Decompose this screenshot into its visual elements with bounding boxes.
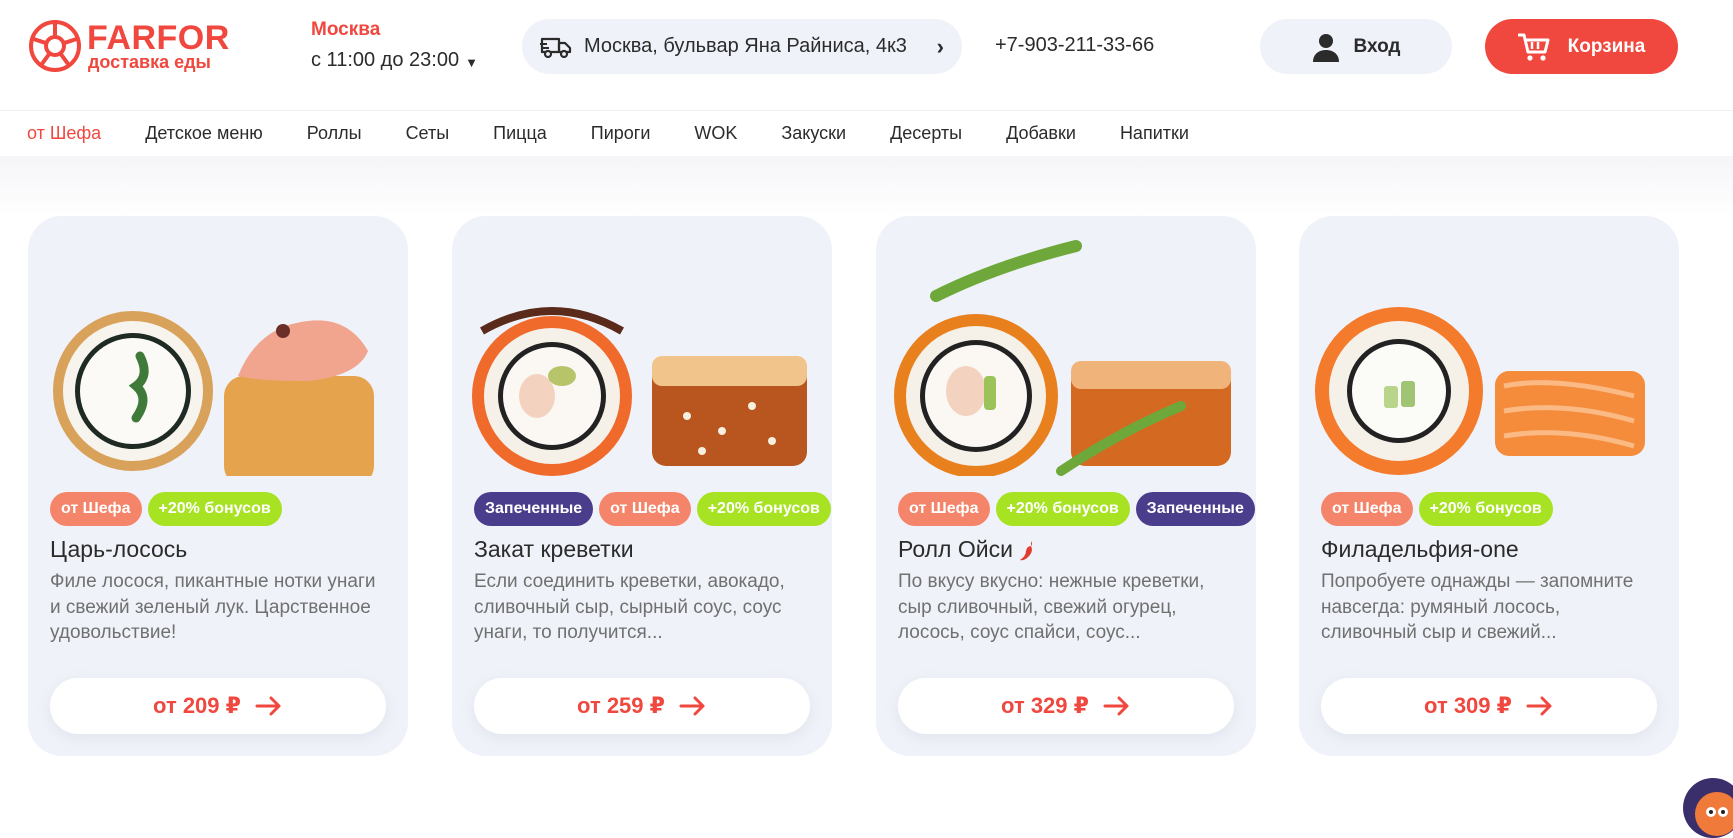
- nav-item-additions[interactable]: Добавки: [1006, 123, 1076, 144]
- product-image: [894, 240, 1231, 476]
- tag-bonus: +20% бонусов: [995, 492, 1130, 526]
- tag-bonus: +20% бонусов: [147, 492, 282, 526]
- category-nav: от Шефа Детское меню Роллы Сеты Пицца Пи…: [0, 110, 1733, 156]
- product-title-text: Закат креветки: [474, 536, 634, 562]
- phone-number[interactable]: +7-903-211-33-66: [995, 34, 1154, 57]
- tag-baked: Запеченные: [474, 492, 594, 526]
- product-tags: от Шефа +20% бонусов: [50, 492, 282, 526]
- product-title[interactable]: Филадельфия-one: [1321, 536, 1519, 563]
- tag-bonus: +20% бонусов: [1418, 492, 1553, 526]
- logo-name: FARFOR: [87, 19, 230, 57]
- product-tags: Запеченные от Шефа +20% бонусов: [474, 492, 831, 526]
- price-button[interactable]: от 209 ₽: [50, 678, 386, 734]
- arrow-right-icon: [679, 696, 705, 716]
- product-card[interactable]: от Шефа +20% бонусов Запеченные Ролл Ойс…: [876, 216, 1256, 756]
- nav-item-rolls[interactable]: Роллы: [307, 123, 362, 144]
- chevron-right-icon: ›: [936, 33, 944, 59]
- product-tags: от Шефа +20% бонусов: [1321, 492, 1553, 526]
- chili-pepper-icon: [1019, 540, 1032, 560]
- price-button[interactable]: от 329 ₽: [898, 678, 1234, 734]
- product-description: По вкусу вкусно: нежные креветки, сыр сл…: [898, 571, 1205, 643]
- logo-mark-icon: [29, 20, 81, 72]
- city-label[interactable]: Москва: [311, 19, 380, 41]
- arrow-right-icon: [1103, 696, 1129, 716]
- product-card[interactable]: от Шефа +20% бонусов Царь-лосось Филе ло…: [28, 216, 408, 756]
- nav-item-snacks[interactable]: Закуски: [781, 123, 846, 144]
- product-image: [53, 311, 374, 476]
- nav-item-kids-menu[interactable]: Детское меню: [145, 123, 263, 144]
- product-image: [472, 307, 807, 476]
- user-icon: [1312, 33, 1339, 62]
- cart-icon: [1517, 33, 1550, 61]
- nav-item-pies[interactable]: Пироги: [591, 123, 651, 144]
- tag-chef: от Шефа: [50, 492, 142, 526]
- product-title[interactable]: Закат креветки: [474, 536, 634, 563]
- product-card[interactable]: от Шефа +20% бонусов Филадельфия-one Поп…: [1299, 216, 1679, 756]
- nav-item-desserts[interactable]: Десерты: [890, 123, 962, 144]
- product-card[interactable]: Запеченные от Шефа +20% бонусов Закат кр…: [452, 216, 832, 756]
- tag-chef: от Шефа: [599, 492, 691, 526]
- price-text: от 309 ₽: [1424, 693, 1512, 718]
- section-background: [0, 156, 1733, 216]
- login-button[interactable]: Вход: [1260, 19, 1452, 74]
- truck-icon: [540, 37, 572, 58]
- price-text: от 329 ₽: [1001, 693, 1089, 718]
- delivery-address-button[interactable]: Москва, бульвар Яна Райниса, 4к3 ›: [522, 19, 962, 74]
- arrow-right-icon: [255, 696, 281, 716]
- product-title[interactable]: Ролл Ойси: [898, 536, 1037, 563]
- nav-item-chef[interactable]: от Шефа: [27, 123, 101, 144]
- product-title-text: Царь-лосось: [50, 536, 188, 562]
- cart-button[interactable]: Корзина: [1485, 19, 1678, 74]
- cart-label: Корзина: [1567, 35, 1646, 57]
- product-title-text: Филадельфия-one: [1321, 536, 1519, 562]
- working-hours-text: с 11:00 до 23:00: [311, 49, 460, 71]
- nav-item-wok[interactable]: WOK: [694, 123, 737, 144]
- price-text: от 209 ₽: [153, 693, 241, 718]
- product-tags: от Шефа +20% бонусов Запеченные: [898, 492, 1255, 526]
- nav-item-sets[interactable]: Сеты: [406, 123, 450, 144]
- login-label: Вход: [1353, 35, 1401, 57]
- tag-chef: от Шефа: [1321, 492, 1413, 526]
- product-image: [1315, 307, 1645, 475]
- logo-subtitle: доставка еды: [88, 52, 211, 72]
- mascot-icon: [1695, 792, 1733, 836]
- logo[interactable]: FARFOR доставка еды: [27, 18, 230, 74]
- tag-baked: Запеченные: [1135, 492, 1255, 526]
- chat-assistant-avatar[interactable]: [1683, 778, 1733, 838]
- working-hours[interactable]: с 11:00 до 23:00 ▼: [311, 49, 478, 72]
- product-description: Если соединить креветки, авокадо, сливоч…: [474, 571, 785, 643]
- price-button[interactable]: от 259 ₽: [474, 678, 810, 734]
- tag-chef: от Шефа: [898, 492, 990, 526]
- nav-item-pizza[interactable]: Пицца: [493, 123, 547, 144]
- product-title-text: Ролл Ойси: [898, 536, 1013, 562]
- chevron-down-icon: ▼: [465, 54, 478, 70]
- product-description: Попробуете однажды — запомните навсегда:…: [1321, 571, 1634, 643]
- delivery-address-text: Москва, бульвар Яна Райниса, 4к3: [584, 35, 907, 57]
- price-button[interactable]: от 309 ₽: [1321, 678, 1657, 734]
- nav-item-drinks[interactable]: Напитки: [1120, 123, 1189, 144]
- price-text: от 259 ₽: [577, 693, 665, 718]
- arrow-right-icon: [1526, 696, 1552, 716]
- site-header: FARFOR доставка еды Москва с 11:00 до 23…: [0, 0, 1733, 110]
- product-description: Филе лосося, пикантные нотки унаги и све…: [50, 571, 376, 643]
- tag-bonus: +20% бонусов: [696, 492, 831, 526]
- product-title[interactable]: Царь-лосось: [50, 536, 187, 563]
